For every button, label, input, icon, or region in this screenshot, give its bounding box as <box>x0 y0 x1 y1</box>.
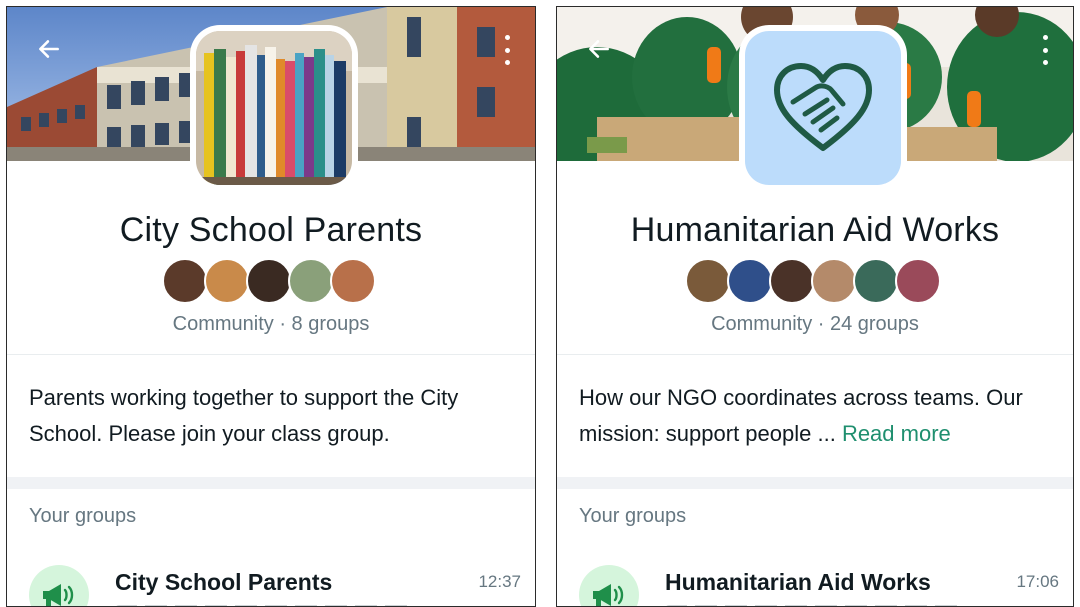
group-name: City School Parents <box>115 569 333 595</box>
books-photo <box>196 31 352 185</box>
member-avatars[interactable] <box>557 258 1073 304</box>
back-button[interactable] <box>33 33 65 65</box>
arrow-left-icon <box>39 40 59 58</box>
megaphone-icon <box>43 584 74 606</box>
more-options-button[interactable] <box>1039 35 1051 65</box>
member-avatar <box>853 258 899 304</box>
more-options-button[interactable] <box>501 35 513 65</box>
section-title-your-groups: Your groups <box>579 505 687 527</box>
community-avatar[interactable] <box>739 25 907 191</box>
community-description: Parents working together to support the … <box>29 380 517 452</box>
group-timestamp: 12:37 <box>478 572 521 591</box>
more-vertical-icon <box>504 35 510 40</box>
more-vertical-icon <box>1042 35 1048 40</box>
community-name: Humanitarian Aid Works <box>630 211 1000 249</box>
community-name: City School Parents <box>119 211 423 249</box>
member-avatar <box>162 258 208 304</box>
member-avatar <box>330 258 376 304</box>
heart-handshake-icon <box>774 63 872 151</box>
group-name: Humanitarian Aid Works <box>665 569 931 595</box>
divider <box>557 354 1073 355</box>
group-row[interactable]: Humanitarian Aid Works 17:06 <box>557 559 1073 606</box>
member-avatar <box>288 258 334 304</box>
community-screen-humanitarian-aid: Humanitarian Aid Works Community · 24 gr… <box>556 6 1074 607</box>
group-avatar <box>579 565 639 606</box>
community-meta: Community · 8 groups <box>172 313 370 335</box>
member-avatar <box>727 258 773 304</box>
community-screen-city-school: City School Parents Community · 8 groups… <box>6 6 536 607</box>
community-avatar[interactable] <box>190 25 358 191</box>
section-title-your-groups: Your groups <box>29 505 137 527</box>
member-avatar <box>246 258 292 304</box>
group-avatar <box>29 565 89 606</box>
member-avatar <box>811 258 857 304</box>
back-button[interactable] <box>583 33 615 65</box>
read-more-link[interactable]: Read more <box>842 421 951 446</box>
member-avatars[interactable] <box>7 258 535 304</box>
group-row[interactable]: City School Parents 12:37 <box>7 559 535 606</box>
community-meta: Community · 24 groups <box>711 313 919 335</box>
member-avatar <box>895 258 941 304</box>
group-timestamp: 17:06 <box>1016 572 1059 591</box>
member-avatar <box>685 258 731 304</box>
member-avatar <box>769 258 815 304</box>
section-separator <box>557 477 1073 489</box>
arrow-left-icon <box>589 40 609 58</box>
description-text: How our NGO coordinates across teams. Ou… <box>579 385 1023 446</box>
section-separator <box>7 477 535 489</box>
member-avatar <box>204 258 250 304</box>
description-text: Parents working together to support the … <box>29 385 459 446</box>
community-description: How our NGO coordinates across teams. Ou… <box>579 380 1055 452</box>
megaphone-icon <box>593 584 624 606</box>
divider <box>7 354 535 355</box>
